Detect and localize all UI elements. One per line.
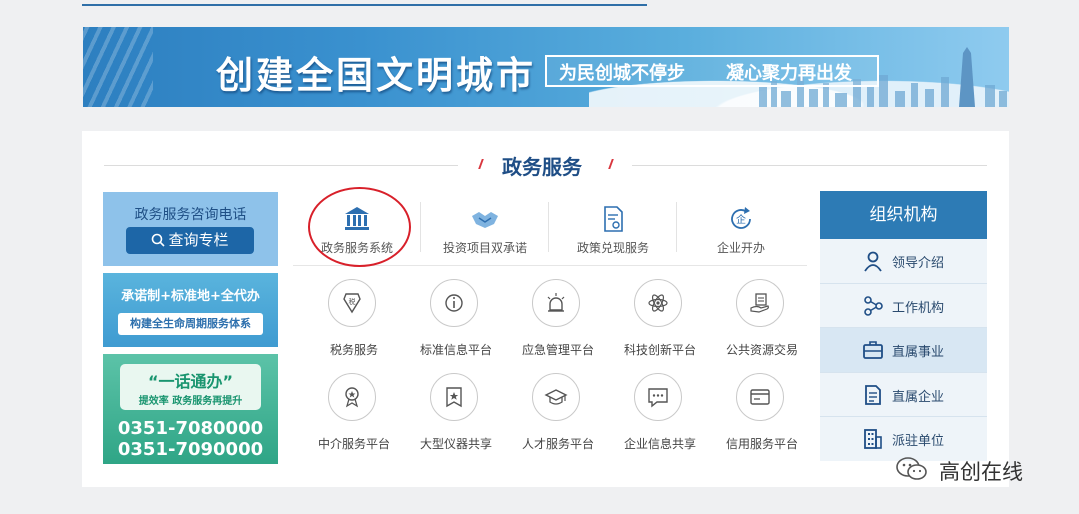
tax-icon: 税 [328,279,376,327]
person-icon [864,251,882,272]
banner-title: 创建全国文明城市 [216,54,536,97]
grid-item-label: 税务服务 [329,343,378,357]
org-item-label: 直属事业 [892,345,945,360]
one-call-card[interactable]: “一话通办” 提效率 政务服务再提升 0351-7080000 0351-709… [103,354,278,464]
chat-bubble-icon [634,373,682,421]
tab-label: 投资项目双承诺 [442,241,527,255]
consult-card-title: 政务服务咨询电话 [134,207,247,223]
grid-item-enterprise-info[interactable]: 企业信息共享 [609,373,711,461]
tab-enterprise-setup[interactable]: 企 企业开办 [677,196,805,266]
top-divider [82,4,647,6]
briefcase-icon [863,341,883,359]
org-item-label: 直属企业 [892,389,945,405]
one-call-title: “一话通办” [147,372,234,391]
policy-document-icon [604,206,623,232]
service-system-card[interactable]: 承诺制+标准地+全代办 构建全生命周期服务体系 [103,273,278,347]
one-call-subtitle: 提效率 政务服务再提升 [138,396,243,407]
grid-item-label: 信用服务平台 [725,437,798,451]
grid-item-label: 公共资源交易 [725,343,798,357]
query-column-button[interactable]: 查询专栏 [126,227,254,254]
system-card-line2: 构建全生命周期服务体系 [118,313,263,335]
atom-icon [634,279,682,327]
grid-item-credit-service[interactable]: 信用服务平台 [711,373,813,461]
section-header: 政务服务 [104,151,987,181]
graduation-cap-icon [532,373,580,421]
hotline-phone-2: 0351-7090000 [117,439,264,460]
grid-item-label: 标准信息平台 [419,343,492,357]
grid-item-talent-service[interactable]: 人才服务平台 [507,373,609,461]
org-item-leadership[interactable]: 领导介绍 [820,239,987,284]
grid-item-label: 应急管理平台 [521,343,594,357]
svg-text:企: 企 [736,213,746,226]
tab-policy-fulfillment[interactable]: 政策兑现服务 [549,196,677,266]
organization-title: 组织机构 [820,191,987,239]
watermark-text: 高创在线 [939,460,1023,484]
grid-item-label: 大型仪器共享 [419,437,492,451]
emergency-alarm-icon [532,279,580,327]
header-line-left [104,165,458,166]
grid-item-public-resource[interactable]: 公共资源交易 [711,279,813,367]
gov-services-panel: 政务服务 政务服务咨询电话 查询专栏 承诺制+标准地+全代办 构建全生命周期服务… [82,131,1009,487]
grid-item-emergency[interactable]: 应急管理平台 [507,279,609,367]
banner-slogan-1: 为民创城不停步 [559,63,685,84]
search-icon [152,233,166,247]
header-tick-left [478,159,484,169]
header-tick-right [608,159,614,169]
org-item-label: 工作机构 [892,300,945,316]
network-nodes-icon [864,295,883,316]
office-building-icon [864,429,882,449]
grid-item-tax[interactable]: 税 税务服务 [303,279,405,367]
org-item-resident-units[interactable]: 派驻单位 [820,417,987,462]
org-item-affiliated-institutions[interactable]: 直属事业 [820,328,987,373]
svg-text:税: 税 [349,297,356,306]
grid-item-label: 企业信息共享 [623,437,696,451]
building-document-icon [865,384,881,405]
grid-item-standard-info[interactable]: 标准信息平台 [405,279,507,367]
banner-stripes [83,27,153,107]
handshake-icon [472,212,498,228]
grid-item-tech-innovation[interactable]: 科技创新平台 [609,279,711,367]
tab-investment-commitment[interactable]: 投资项目双承诺 [421,196,549,266]
civilization-banner[interactable]: 创建全国文明城市 为民创城不停步 凝心聚力再出发 [83,27,1009,107]
hand-document-icon [736,279,784,327]
enterprise-refresh-icon: 企 [731,207,751,229]
org-item-affiliated-enterprises[interactable]: 直属企业 [820,373,987,417]
grid-item-intermediary[interactable]: 中介服务平台 [303,373,405,461]
tab-label: 政策兑现服务 [576,241,649,255]
wechat-icon [896,457,927,480]
highlight-annotation-ellipse [308,187,411,267]
standard-info-icon [430,279,478,327]
organization-menu: 组织机构 领导介绍 工作机构 直属事业 直属企业 派驻单位 [820,191,987,461]
award-medal-icon [328,373,376,421]
system-card-line1: 承诺制+标准地+全代办 [121,289,260,304]
tab-label: 企业开办 [716,241,765,255]
query-button-label: 查询专栏 [168,231,229,249]
org-item-label: 派驻单位 [892,434,945,449]
grid-item-label: 科技创新平台 [623,343,696,357]
consult-hotline-card[interactable]: 政务服务咨询电话 查询专栏 [103,192,278,266]
grid-item-label: 中介服务平台 [317,437,390,451]
credit-card-icon [736,373,784,421]
bookmark-star-icon [430,373,478,421]
grid-item-instrument-sharing[interactable]: 大型仪器共享 [405,373,507,461]
section-title: 政务服务 [502,155,582,179]
org-item-label: 领导介绍 [892,256,945,271]
grid-item-label: 人才服务平台 [521,437,594,451]
header-line-right [632,165,987,166]
banner-slogan-2: 凝心聚力再出发 [726,63,852,84]
org-item-work-agencies[interactable]: 工作机构 [820,284,987,328]
hotline-phone-1: 0351-7080000 [117,418,264,439]
